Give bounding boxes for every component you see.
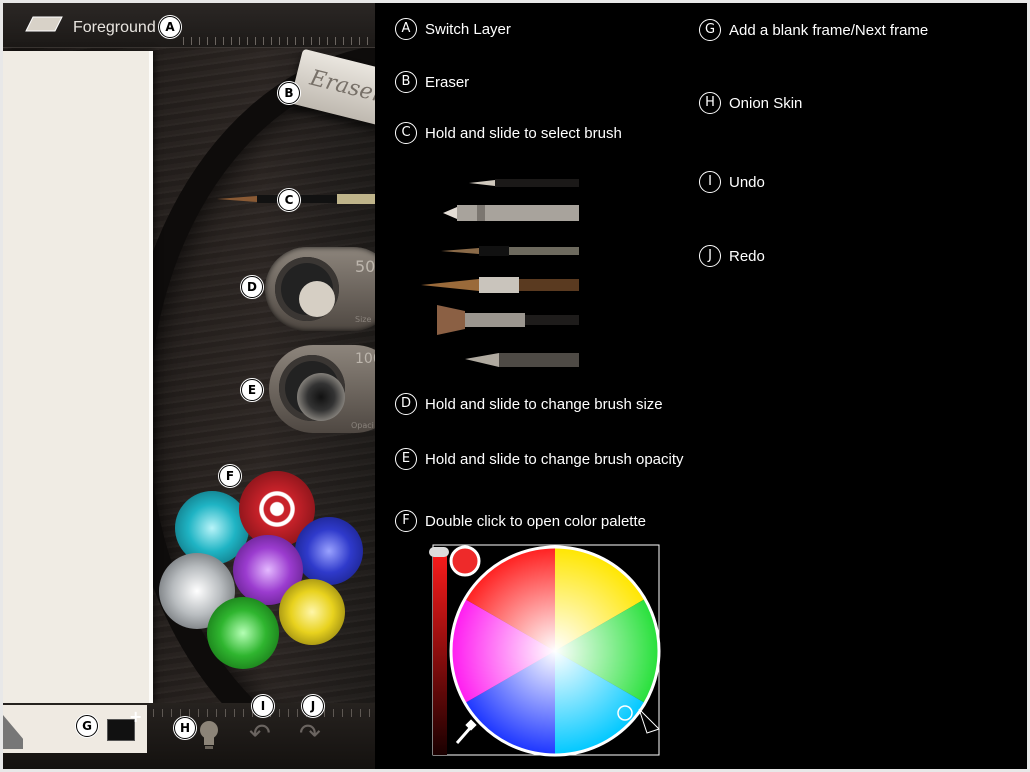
legend-badge-a: A (395, 18, 417, 40)
marker-e: E (241, 379, 263, 401)
color-wheel-illustration (429, 544, 661, 757)
marker-j: J (302, 695, 324, 717)
value-slider-handle (429, 547, 449, 557)
legend-text-a: Switch Layer (425, 20, 511, 38)
legend-item-j: J Redo (699, 245, 765, 267)
selected-color-swatch (449, 545, 481, 577)
legend-text-j: Redo (729, 247, 765, 265)
legend-item-d: D Hold and slide to change brush size (395, 393, 663, 415)
top-ruler (183, 37, 375, 45)
pen-nib-brush-icon (465, 353, 579, 367)
marker-g: G (76, 715, 98, 737)
legend-text-c: Hold and slide to select brush (425, 124, 622, 142)
legend-item-a: A Switch Layer (395, 18, 511, 40)
marker-h: H (174, 717, 196, 739)
marker-c: C (278, 189, 300, 211)
redo-icon[interactable]: ↷ (299, 719, 321, 749)
legend-text-h: Onion Skin (729, 94, 803, 112)
legend-item-e: E Hold and slide to change brush opacity (395, 448, 684, 470)
drawing-canvas[interactable] (3, 51, 149, 703)
brush-opacity-preview (297, 373, 345, 421)
brush-size-preview (299, 281, 335, 317)
eraser-label: Eraser (307, 65, 375, 108)
new-frame-plus-icon: + (129, 707, 143, 726)
legend-item-c: C Hold and slide to select brush (395, 122, 622, 144)
brush-selection-illustration (421, 179, 579, 367)
watercolor-brush-icon (421, 277, 579, 293)
legend-text-f: Double click to open color palette (425, 512, 646, 530)
marker-b: B (278, 82, 300, 104)
brush-opacity-knob[interactable] (279, 355, 345, 421)
flat-tip-brush-icon (443, 205, 579, 221)
paint-cup-green[interactable] (207, 597, 279, 669)
legend-text-e: Hold and slide to change brush opacity (425, 450, 684, 468)
eyedropper-icon (455, 719, 477, 744)
legend-item-i: I Undo (699, 171, 765, 193)
legend-text-i: Undo (729, 173, 765, 191)
legend-badge-c: C (395, 122, 417, 144)
legend-item-g: G Add a blank frame/Next frame (699, 19, 928, 41)
pencil-brush-icon (469, 179, 579, 187)
legend-text-b: Eraser (425, 73, 470, 91)
layer-icon[interactable] (25, 16, 63, 32)
marker-i: I (252, 695, 274, 717)
brush-size-caption: Size (355, 315, 372, 324)
fan-brush-icon (437, 305, 579, 335)
legend-badge-b: B (395, 71, 417, 93)
legend-text-d: Hold and slide to change brush size (425, 395, 663, 413)
undo-icon[interactable]: ↶ (249, 719, 271, 749)
legend-badge-d: D (395, 393, 417, 415)
legend-badge-j: J (699, 245, 721, 267)
legend-badge-e: E (395, 448, 417, 470)
legend-badge-h: H (699, 92, 721, 114)
legend-text-g: Add a blank frame/Next frame (729, 21, 929, 39)
legend-badge-i: I (699, 171, 721, 193)
brush-size-value: 50 (355, 257, 375, 276)
round-brush-icon (441, 246, 579, 256)
marker-f: F (219, 465, 241, 487)
legend-item-f: F Double click to open color palette (395, 510, 646, 532)
legend-item-h: H Onion Skin (699, 92, 802, 114)
marker-a: A (159, 16, 181, 38)
legend-badge-g: G (699, 19, 721, 41)
layer-switch-label[interactable]: Foreground (73, 19, 156, 37)
paint-cup-yellow[interactable] (279, 579, 345, 645)
value-slider (433, 549, 447, 755)
brush-opacity-value: 100 (355, 351, 375, 367)
brush-opacity-caption: Opaci (351, 421, 374, 430)
marker-d: D (241, 276, 263, 298)
brush-size-knob[interactable] (275, 257, 339, 321)
legend-badge-f: F (395, 510, 417, 532)
drawing-app: Foreground A Eraser B C 50 Size D 100 Op… (3, 3, 375, 769)
paint-cup-blue[interactable] (295, 517, 363, 585)
onion-skin-icon[interactable] (198, 719, 220, 751)
legend-item-b: B Eraser (395, 71, 469, 93)
tutorial-frame: Foreground A Eraser B C 50 Size D 100 Op… (0, 0, 1030, 772)
